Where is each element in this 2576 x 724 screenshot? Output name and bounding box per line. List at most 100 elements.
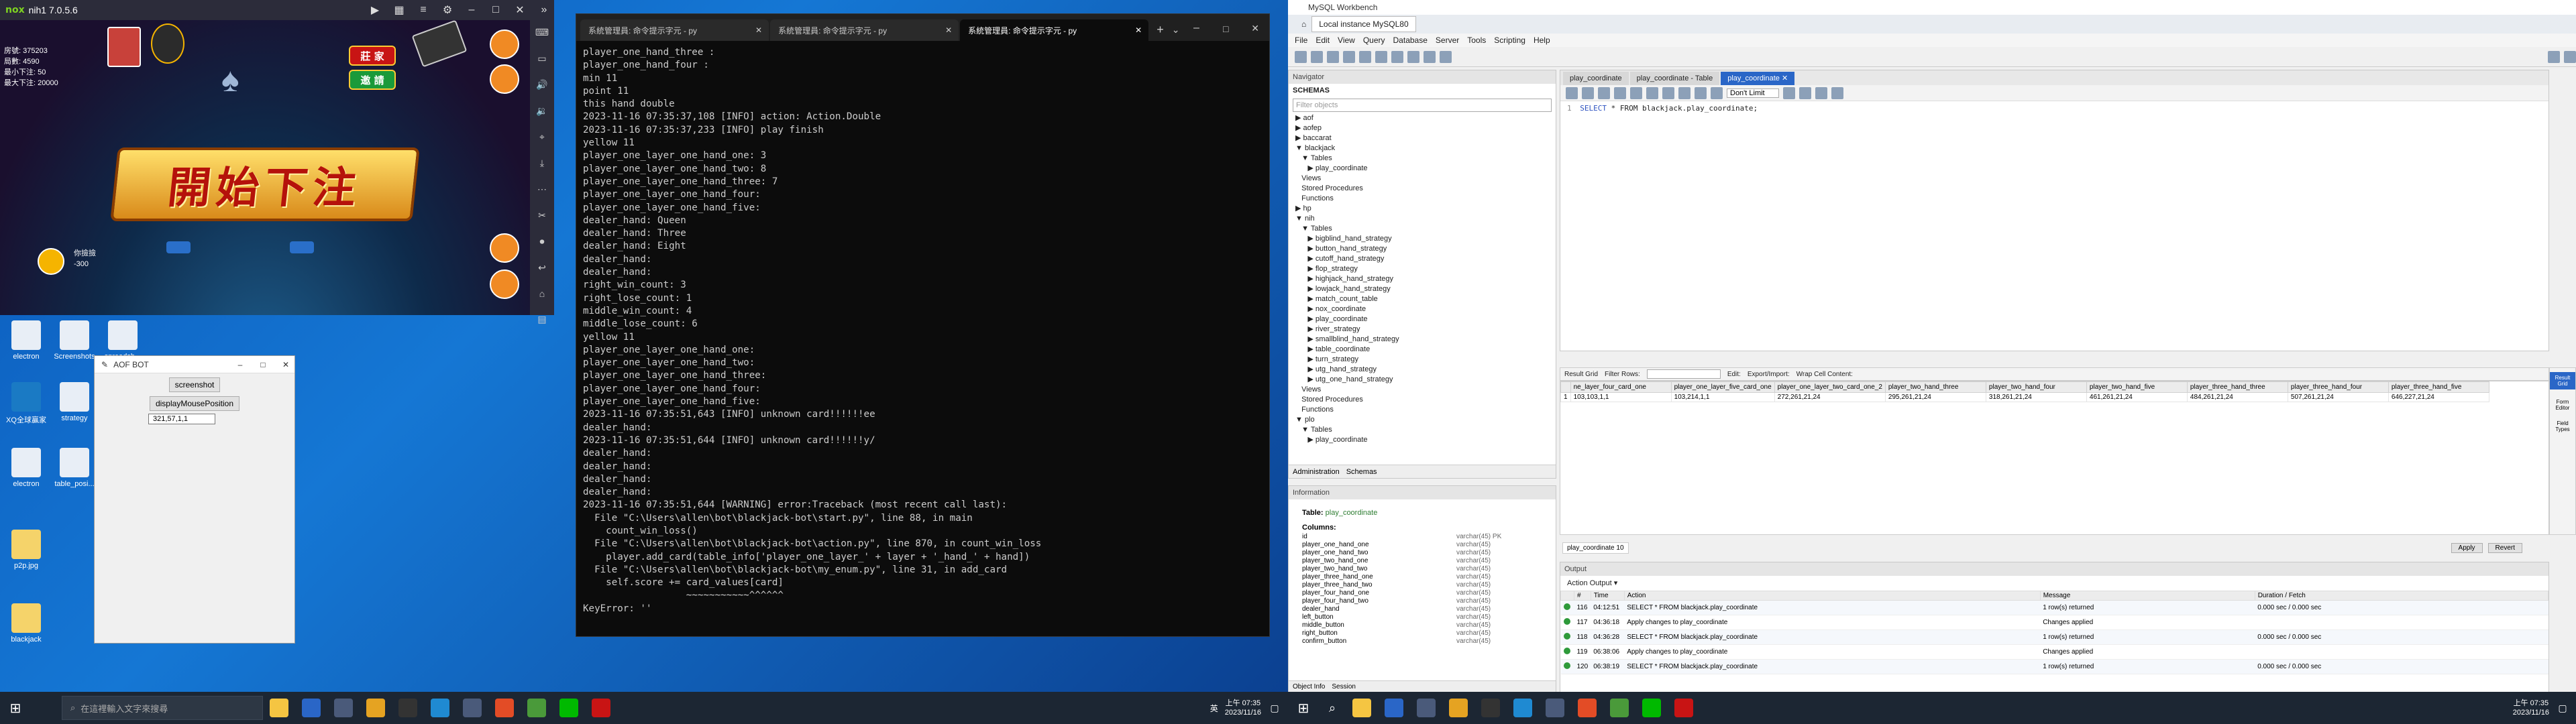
chat-round-button[interactable]	[490, 269, 519, 299]
app-icon[interactable]	[1385, 699, 1403, 717]
beautify-icon[interactable]	[1782, 86, 1795, 99]
sidebar-back-icon[interactable]: ↩	[538, 262, 546, 274]
table-row[interactable]: 1 103,103,1,1 103,214,1,1 272,261,21,24 295,…	[1560, 392, 2489, 402]
close-icon[interactable]: ✕	[277, 360, 294, 369]
close-icon[interactable]: ✕	[1241, 23, 1269, 34]
app-icon[interactable]	[366, 699, 385, 717]
create-function-icon[interactable]	[1407, 50, 1419, 63]
seat-left[interactable]	[166, 241, 191, 253]
output-row[interactable]: 120 06:38:19 SELECT * FROM blackjack.play_…	[1560, 659, 2548, 674]
terminal-icon[interactable]	[398, 699, 417, 717]
tree-item[interactable]: ▶ aofep	[1295, 123, 1556, 133]
notification-icon[interactable]: ▢	[2549, 703, 2576, 714]
coords-field[interactable]: 321,57,1,1	[148, 414, 215, 424]
terminal-tab[interactable]: 系統管理員: 命令提示字元 - py ✕	[580, 19, 769, 41]
output-row[interactable]: 117 04:36:18 Apply changes to play_coordin…	[1560, 615, 2548, 630]
editor-tab[interactable]: play_coordinate	[1563, 72, 1629, 85]
tree-item[interactable]: ▶ flop_strategy	[1295, 264, 1556, 274]
close-tab-icon[interactable]: ✕	[1782, 74, 1788, 82]
result-grid-side-button[interactable]: Result Grid	[2550, 372, 2575, 389]
chips-round-button[interactable]	[490, 64, 519, 94]
screenshot-button[interactable]: screenshot	[168, 377, 221, 392]
menu-view[interactable]: View	[1338, 36, 1355, 45]
create-table-icon[interactable]	[1359, 50, 1371, 63]
toggle-icon[interactable]	[1662, 86, 1674, 99]
grid-column-header[interactable]: player_two_hand_three	[1884, 381, 1986, 393]
menu-tools[interactable]: Tools	[1467, 36, 1486, 45]
field-types-side-button[interactable]: Field Types	[2550, 420, 2575, 432]
tree-item[interactable]: Views	[1295, 174, 1556, 184]
tree-item[interactable]: Functions	[1295, 405, 1556, 415]
home-icon[interactable]: ⌂	[1301, 19, 1306, 29]
tree-item[interactable]: ▶ hp	[1295, 204, 1556, 214]
grid-cell[interactable]: 461,261,21,24	[2086, 392, 2188, 402]
tree-item[interactable]: ▶ smallblind_hand_strategy	[1295, 335, 1556, 345]
minimize-icon[interactable]: –	[462, 4, 482, 16]
tree-item[interactable]: ▼ blackjack	[1295, 143, 1556, 154]
app-icon[interactable]	[1610, 699, 1629, 717]
tab-schemas[interactable]: Schemas	[1346, 465, 1377, 478]
tree-item[interactable]: Views	[1295, 385, 1556, 395]
desktop-icon[interactable]: table_posi...	[51, 448, 98, 488]
search-table-icon[interactable]	[1424, 50, 1436, 63]
nox-icon[interactable]	[592, 699, 610, 717]
file-explorer-icon[interactable]	[270, 699, 288, 717]
desktop-icon[interactable]: p2p.jpg	[3, 530, 50, 570]
result-grid[interactable]: ne_layer_four_card_one player_one_layer_f…	[1560, 381, 2549, 535]
desktop-icon[interactable]: blackjack	[3, 603, 50, 644]
close-tab-icon[interactable]: ✕	[755, 25, 762, 35]
sidebar-install-icon[interactable]: ⤓	[540, 158, 544, 169]
windows-start-icon[interactable]: ⊞	[1288, 700, 1319, 717]
output-row[interactable]: 118 04:36:28 SELECT * FROM blackjack.play_…	[1560, 629, 2548, 645]
voice-round-button[interactable]	[490, 233, 519, 263]
sidebar-apps-icon[interactable]: ▤	[537, 314, 546, 325]
desktop-icon[interactable]: strategy	[51, 382, 98, 422]
display-mouse-position-button[interactable]: displayMousePosition	[149, 396, 240, 411]
reconnect-icon[interactable]	[1440, 50, 1452, 63]
grid-cell[interactable]: 484,261,21,24	[2186, 392, 2288, 402]
revert-button[interactable]: Revert	[2487, 542, 2522, 553]
tree-item[interactable]: ▶ bigblind_hand_strategy	[1295, 234, 1556, 244]
grid-column-header[interactable]: player_one_layer_five_card_one	[1670, 381, 1775, 393]
seat-right[interactable]	[290, 241, 314, 253]
tree-item[interactable]: ▶ baccarat	[1295, 133, 1556, 143]
tree-item[interactable]: ▶ highjack_hand_strategy	[1295, 274, 1556, 284]
notification-icon[interactable]: ▢	[1261, 703, 1288, 714]
sidebar-record-icon[interactable]: ⏺	[540, 236, 545, 247]
tree-item[interactable]: ▶ river_strategy	[1295, 324, 1556, 335]
close-icon[interactable]: ✕	[510, 3, 530, 17]
tree-item[interactable]: ▼ plo	[1295, 415, 1556, 425]
filter-rows-input[interactable]	[1646, 369, 1721, 379]
tree-item[interactable]: ▼ nih	[1295, 214, 1556, 224]
expand-icon[interactable]: »	[534, 4, 554, 16]
line-icon[interactable]	[1642, 699, 1661, 717]
commit-icon[interactable]	[1678, 86, 1690, 99]
terminal-tab[interactable]: 系統管理員: 命令提示字元 - py ✕	[770, 19, 959, 41]
grid-cell[interactable]: 103,214,1,1	[1670, 392, 1775, 402]
menu-edit[interactable]: Edit	[1316, 36, 1330, 45]
tree-item[interactable]: ▶ table_coordinate	[1295, 345, 1556, 355]
tree-item[interactable]: ▶ utg_hand_strategy	[1295, 365, 1556, 375]
rollback-icon[interactable]	[1695, 86, 1707, 99]
desktop-icon[interactable]: spreadsh...	[99, 320, 146, 361]
grid-cell[interactable]: 1	[1560, 392, 1571, 402]
desktop-icon[interactable]: XQ全球贏家	[3, 382, 50, 425]
banker-button[interactable]: 莊 家	[349, 46, 396, 66]
tree-item[interactable]: ▶ button_hand_strategy	[1295, 244, 1556, 254]
settings-icon[interactable]	[2548, 50, 2560, 63]
grid-column-header[interactable]: player_three_hand_three	[2186, 381, 2288, 393]
tree-item[interactable]: ▶ cutoff_hand_strategy	[1295, 254, 1556, 264]
editor-tab[interactable]: play_coordinate - Table	[1629, 72, 1720, 85]
close-tab-icon[interactable]: ✕	[1135, 25, 1142, 35]
terminal-tab-active[interactable]: 系統管理員: 命令提示字元 - py ✕	[960, 19, 1149, 41]
app-icon[interactable]	[1449, 699, 1468, 717]
minimize-icon[interactable]: –	[231, 360, 249, 369]
desktop-icon[interactable]: electron	[3, 320, 50, 361]
grid-column-header[interactable]: player_three_hand_five	[2387, 381, 2489, 393]
desktop-icon[interactable]: Screenshots	[51, 320, 98, 361]
app-icon[interactable]	[1546, 699, 1564, 717]
stop-icon[interactable]	[1646, 86, 1658, 99]
tree-item[interactable]: ▶ nox_coordinate	[1295, 304, 1556, 314]
play-icon[interactable]: ▶	[365, 3, 385, 17]
sidebar-more-icon[interactable]: ⋯	[537, 184, 547, 195]
